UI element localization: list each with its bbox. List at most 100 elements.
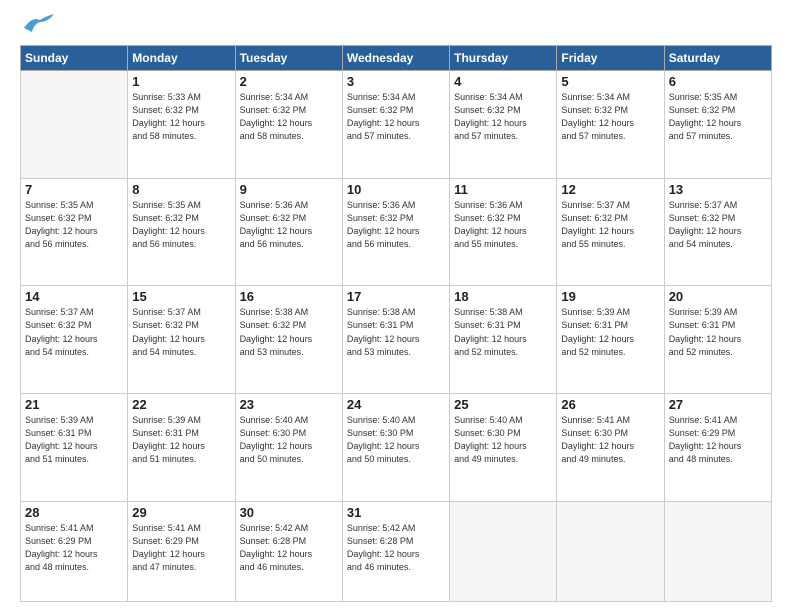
day-number: 13 [669,182,767,197]
logo-bird-icon [24,14,54,32]
calendar-cell: 30 Sunrise: 5:42 AM Sunset: 6:28 PM Dayli… [235,501,342,601]
day-number: 25 [454,397,552,412]
day-number: 15 [132,289,230,304]
calendar-cell: 1 Sunrise: 5:33 AM Sunset: 6:32 PM Daylig… [128,71,235,179]
calendar-cell: 4 Sunrise: 5:34 AM Sunset: 6:32 PM Daylig… [450,71,557,179]
week-row-2: 7Sunrise: 5:35 AM Sunset: 6:32 PM Daylig… [21,178,772,286]
calendar-cell [557,501,664,601]
weekday-header-friday: Friday [557,46,664,71]
day-number: 21 [25,397,123,412]
day-number: 23 [240,397,338,412]
day-number: 6 [669,74,767,89]
day-number: 2 [240,74,338,89]
day-info: Sunrise: 5:40 AM Sunset: 6:30 PM Dayligh… [240,414,338,466]
weekday-header-sunday: Sunday [21,46,128,71]
day-number: 8 [132,182,230,197]
weekday-header-tuesday: Tuesday [235,46,342,71]
weekday-header-wednesday: Wednesday [342,46,449,71]
calendar-cell [450,501,557,601]
page: SundayMondayTuesdayWednesdayThursdayFrid… [0,0,792,612]
day-number: 14 [25,289,123,304]
day-info: Sunrise: 5:41 AM Sunset: 6:29 PM Dayligh… [669,414,767,466]
weekday-header-monday: Monday [128,46,235,71]
day-number: 26 [561,397,659,412]
day-number: 22 [132,397,230,412]
day-info: Sunrise: 5:37 AM Sunset: 6:32 PM Dayligh… [132,306,230,358]
day-info: Sunrise: 5:41 AM Sunset: 6:30 PM Dayligh… [561,414,659,466]
day-info: Sunrise: 5:40 AM Sunset: 6:30 PM Dayligh… [454,414,552,466]
calendar-cell: 9 Sunrise: 5:36 AM Sunset: 6:32 PM Daylig… [235,178,342,286]
day-info: Sunrise: 5:35 AM Sunset: 6:32 PM Dayligh… [132,199,230,251]
day-info: Sunrise: 5:34 AM Sunset: 6:32 PM Dayligh… [347,91,445,143]
calendar-cell [21,71,128,179]
calendar-cell: 26 Sunrise: 5:41 AM Sunset: 6:30 PM Dayli… [557,394,664,502]
calendar-cell: 13Sunrise: 5:37 AM Sunset: 6:32 PM Dayli… [664,178,771,286]
calendar-cell: 14 Sunrise: 5:37 AM Sunset: 6:32 PM Dayli… [21,286,128,394]
calendar-cell: 17 Sunrise: 5:38 AM Sunset: 6:31 PM Dayli… [342,286,449,394]
day-number: 10 [347,182,445,197]
calendar-table: SundayMondayTuesdayWednesdayThursdayFrid… [20,45,772,602]
calendar-cell: 27 Sunrise: 5:41 AM Sunset: 6:29 PM Dayli… [664,394,771,502]
day-info: Sunrise: 5:38 AM Sunset: 6:32 PM Dayligh… [240,306,338,358]
day-number: 30 [240,505,338,520]
calendar-cell: 7Sunrise: 5:35 AM Sunset: 6:32 PM Daylig… [21,178,128,286]
day-info: Sunrise: 5:38 AM Sunset: 6:31 PM Dayligh… [347,306,445,358]
day-info: Sunrise: 5:42 AM Sunset: 6:28 PM Dayligh… [347,522,445,574]
day-number: 29 [132,505,230,520]
day-number: 19 [561,289,659,304]
day-number: 20 [669,289,767,304]
day-number: 28 [25,505,123,520]
day-info: Sunrise: 5:42 AM Sunset: 6:28 PM Dayligh… [240,522,338,574]
calendar-cell: 5 Sunrise: 5:34 AM Sunset: 6:32 PM Daylig… [557,71,664,179]
day-number: 12 [561,182,659,197]
day-number: 3 [347,74,445,89]
day-number: 1 [132,74,230,89]
day-info: Sunrise: 5:39 AM Sunset: 6:31 PM Dayligh… [669,306,767,358]
calendar-cell: 22 Sunrise: 5:39 AM Sunset: 6:31 PM Dayli… [128,394,235,502]
day-info: Sunrise: 5:34 AM Sunset: 6:32 PM Dayligh… [240,91,338,143]
header [20,18,772,37]
day-number: 16 [240,289,338,304]
calendar-cell: 31 Sunrise: 5:42 AM Sunset: 6:28 PM Dayli… [342,501,449,601]
day-number: 18 [454,289,552,304]
calendar-cell: 10Sunrise: 5:36 AM Sunset: 6:32 PM Dayli… [342,178,449,286]
calendar-cell: 25 Sunrise: 5:40 AM Sunset: 6:30 PM Dayli… [450,394,557,502]
day-info: Sunrise: 5:41 AM Sunset: 6:29 PM Dayligh… [132,522,230,574]
calendar-cell: 28 Sunrise: 5:41 AM Sunset: 6:29 PM Dayli… [21,501,128,601]
day-info: Sunrise: 5:35 AM Sunset: 6:32 PM Dayligh… [25,199,123,251]
day-info: Sunrise: 5:39 AM Sunset: 6:31 PM Dayligh… [132,414,230,466]
week-row-3: 14 Sunrise: 5:37 AM Sunset: 6:32 PM Dayli… [21,286,772,394]
calendar-cell: 15 Sunrise: 5:37 AM Sunset: 6:32 PM Dayli… [128,286,235,394]
calendar-cell: 8 Sunrise: 5:35 AM Sunset: 6:32 PM Daylig… [128,178,235,286]
day-info: Sunrise: 5:33 AM Sunset: 6:32 PM Dayligh… [132,91,230,143]
day-info: Sunrise: 5:37 AM Sunset: 6:32 PM Dayligh… [561,199,659,251]
day-info: Sunrise: 5:36 AM Sunset: 6:32 PM Dayligh… [240,199,338,251]
calendar-cell: 2 Sunrise: 5:34 AM Sunset: 6:32 PM Daylig… [235,71,342,179]
day-number: 17 [347,289,445,304]
day-info: Sunrise: 5:39 AM Sunset: 6:31 PM Dayligh… [561,306,659,358]
day-number: 5 [561,74,659,89]
logo [20,18,54,37]
day-number: 27 [669,397,767,412]
calendar-cell: 20 Sunrise: 5:39 AM Sunset: 6:31 PM Dayli… [664,286,771,394]
day-number: 4 [454,74,552,89]
day-number: 9 [240,182,338,197]
weekday-header-saturday: Saturday [664,46,771,71]
day-info: Sunrise: 5:34 AM Sunset: 6:32 PM Dayligh… [454,91,552,143]
calendar-cell: 12 Sunrise: 5:37 AM Sunset: 6:32 PM Dayli… [557,178,664,286]
day-info: Sunrise: 5:41 AM Sunset: 6:29 PM Dayligh… [25,522,123,574]
calendar-cell: 29 Sunrise: 5:41 AM Sunset: 6:29 PM Dayli… [128,501,235,601]
day-number: 24 [347,397,445,412]
day-info: Sunrise: 5:35 AM Sunset: 6:32 PM Dayligh… [669,91,767,143]
day-info: Sunrise: 5:34 AM Sunset: 6:32 PM Dayligh… [561,91,659,143]
day-info: Sunrise: 5:37 AM Sunset: 6:32 PM Dayligh… [25,306,123,358]
week-row-4: 21 Sunrise: 5:39 AM Sunset: 6:31 PM Dayli… [21,394,772,502]
day-number: 11 [454,182,552,197]
day-number: 31 [347,505,445,520]
week-row-5: 28 Sunrise: 5:41 AM Sunset: 6:29 PM Dayli… [21,501,772,601]
calendar-cell: 24 Sunrise: 5:40 AM Sunset: 6:30 PM Dayli… [342,394,449,502]
calendar-cell: 16 Sunrise: 5:38 AM Sunset: 6:32 PM Dayli… [235,286,342,394]
calendar-cell: 23 Sunrise: 5:40 AM Sunset: 6:30 PM Dayli… [235,394,342,502]
day-info: Sunrise: 5:40 AM Sunset: 6:30 PM Dayligh… [347,414,445,466]
calendar-cell: 6 Sunrise: 5:35 AM Sunset: 6:32 PM Daylig… [664,71,771,179]
